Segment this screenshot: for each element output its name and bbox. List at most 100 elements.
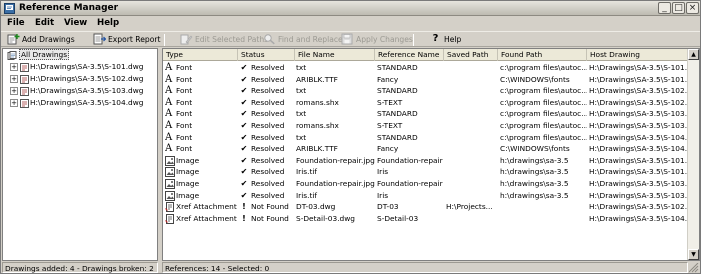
cell-host-drawing-text: H:\Drawings\SA-3.5\S-101.dwg [589, 63, 688, 72]
status-references: References: 14 - Selected: 0 [162, 262, 688, 273]
scroll-up-arrow-icon[interactable]: ▲ [688, 49, 699, 60]
minimize-button[interactable]: _ [658, 2, 671, 14]
expand-node-button[interactable]: + [10, 87, 18, 95]
cell-file-name-text: Iris.tif [296, 190, 318, 200]
cell-status: ! Not Found [240, 213, 295, 225]
font-icon: A [165, 131, 173, 143]
tree-node-drawing[interactable]: + H:\Drawings\SA-3.5\S-103.dwg [10, 85, 143, 96]
cell-type-text: Font [176, 109, 193, 119]
menu-view[interactable]: View [64, 17, 87, 30]
check-icon: ✔ [240, 109, 248, 119]
add-drawings-button[interactable]: Add Drawings [7, 33, 75, 46]
cell-type-text: Image [176, 155, 200, 165]
cell-reference-name-text: Foundation-repair [377, 155, 443, 165]
cell-type: Image [165, 178, 238, 190]
cell-reference-name-text: STANDARD [377, 86, 418, 96]
cell-type-text: Image [176, 167, 200, 177]
warning-icon: ! [242, 202, 246, 212]
expand-node-button[interactable]: + [10, 75, 18, 83]
expand-node-button[interactable]: + [10, 63, 18, 71]
tree-node-drawing[interactable]: + H:\Drawings\SA-3.5\S-104.dwg [10, 97, 143, 108]
cell-file-name-text: S-Detail-03.dwg [296, 213, 355, 223]
cell-type-text: Font [176, 74, 193, 84]
tree-node-drawing[interactable]: + H:\Drawings\SA-3.5\S-101.dwg [10, 61, 143, 72]
cell-host-drawing-text: H:\Drawings\SA-3.5\S-104.dwg [589, 213, 688, 223]
list-header: Type Status File Name Reference Name Sav… [163, 49, 688, 61]
menu-bar: File Edit View Help [1, 17, 700, 30]
column-header-file-name[interactable]: File Name [295, 49, 375, 61]
title-bar[interactable]: Reference Manager _ □ × [1, 1, 700, 16]
column-header-saved-path[interactable]: Saved Path [444, 49, 498, 61]
table-row[interactable]: Image ✔ Resolved Iris.tif Iris h:\drawings\sa… [163, 190, 688, 202]
find-and-replace-button[interactable]: Find and Replace [263, 33, 343, 46]
table-row[interactable]: A Font ✔ Resolved romans.shx S-TEXT c:\program… [163, 97, 688, 109]
drawings-tree[interactable]: All Drawings + H:\Drawings\SA-3.5\S-101.d… [2, 48, 158, 261]
cell-found-path: h:\drawings\sa-3.5 [500, 178, 587, 190]
cell-host-drawing: H:\Drawings\SA-3.5\S-104.dwg [589, 143, 688, 155]
cell-found-path-text: c:\program files\autoc... [500, 132, 587, 142]
font-icon: A [165, 73, 173, 85]
cell-found-path [500, 213, 587, 225]
cell-host-drawing-text: H:\Drawings\SA-3.5\S-104.dwg [589, 132, 688, 142]
cell-type: Xref Attachment [165, 213, 238, 225]
cell-file-name: Foundation-repair.jpg [296, 155, 375, 167]
scroll-down-arrow-icon[interactable]: ▼ [688, 249, 699, 260]
column-header-status[interactable]: Status [238, 49, 295, 61]
cell-found-path-text: c:\program files\autoc... [500, 86, 587, 96]
cell-status: ✔ Resolved [240, 132, 295, 144]
cell-host-drawing: H:\Drawings\SA-3.5\S-102.dwg [589, 97, 688, 109]
table-row[interactable]: Image ✔ Resolved Iris.tif Iris h:\drawings\sa… [163, 166, 688, 178]
vertical-scrollbar[interactable]: ▲ ▼ [687, 49, 699, 260]
warning-icon: ! [242, 213, 246, 223]
table-row[interactable]: A Font ✔ Resolved romans.shx S-TEXT c:\program… [163, 120, 688, 132]
resize-grip-icon[interactable] [689, 263, 699, 273]
check-icon: ✔ [240, 132, 248, 142]
tree-root-all-drawings[interactable]: All Drawings [6, 49, 70, 61]
help-button[interactable]: ? Help [429, 33, 462, 46]
cell-reference-name-text: S-TEXT [377, 97, 403, 107]
table-row[interactable]: A Font ✔ Resolved txt STANDARD c:\program file… [163, 62, 688, 74]
references-list[interactable]: Type Status File Name Reference Name Sav… [162, 48, 700, 261]
table-row[interactable]: A Font ✔ Resolved ARIBLK.TTF Fancy C:\WINDOWS\… [163, 74, 688, 86]
export-report-button[interactable]: Export Report [93, 33, 160, 46]
cell-file-name-text: ARIBLK.TTF [296, 144, 338, 154]
cell-file-name: Iris.tif [296, 190, 375, 202]
menu-edit[interactable]: Edit [35, 17, 54, 30]
column-header-found-path[interactable]: Found Path [498, 49, 587, 61]
cell-status: ✔ Resolved [240, 97, 295, 109]
status-drawings: Drawings added: 4 - Drawings broken: 2 [2, 262, 158, 273]
menu-help[interactable]: Help [97, 17, 119, 30]
table-row[interactable]: Image ✔ Resolved Foundation-repair.jpg Found… [163, 155, 688, 167]
menu-file[interactable]: File [7, 17, 25, 30]
expand-node-button[interactable]: + [10, 99, 18, 107]
table-row[interactable]: A Font ✔ Resolved txt STANDARD c:\program file… [163, 85, 688, 97]
column-header-type[interactable]: Type [163, 49, 238, 61]
close-button[interactable]: × [686, 2, 699, 14]
column-header-reference-name[interactable]: Reference Name [375, 49, 444, 61]
cell-file-name: txt [296, 108, 375, 120]
column-header-host-drawing[interactable]: Host Drawing [587, 49, 688, 61]
table-row[interactable]: A Font ✔ Resolved txt STANDARD c:\program file… [163, 108, 688, 120]
cell-status-text: Resolved [251, 86, 285, 96]
apply-changes-button[interactable]: Apply Changes [341, 33, 413, 46]
cell-reference-name-text: Iris [377, 190, 389, 200]
font-icon: A [165, 62, 173, 73]
table-row[interactable]: Xref Attachment! Not Found S-Detail-03.dwg… [163, 213, 688, 225]
table-row[interactable]: A Font ✔ Resolved txt STANDARD c:\program file… [163, 132, 688, 144]
table-row[interactable]: A Font ✔ Resolved ARIBLK.TTF Fancy C:\WINDOWS\… [163, 143, 688, 155]
cell-status: ✔ Resolved [240, 155, 295, 167]
cell-found-path-text: c:\program files\autoc... [500, 63, 587, 72]
cell-file-name-text: romans.shx [296, 121, 339, 130]
image-icon [165, 167, 175, 178]
cell-type: A Font [165, 85, 238, 97]
maximize-button[interactable]: □ [672, 2, 685, 14]
edit-selected-paths-button[interactable]: Edit Selected Paths [180, 33, 268, 46]
cell-status-text: Resolved [251, 190, 285, 200]
cell-reference-name-text: Fancy [377, 144, 399, 154]
help-label: Help [444, 35, 462, 44]
cell-saved-path: H:\Projects... [446, 201, 498, 213]
tree-node-drawing[interactable]: + H:\Drawings\SA-3.5\S-102.dwg [10, 73, 143, 84]
table-row[interactable]: Xref Attachment! Not Found DT-03.dwg DT-03 H… [163, 201, 688, 213]
image-icon [165, 155, 175, 166]
table-row[interactable]: Image ✔ Resolved Foundation-repair.jpg Found… [163, 178, 688, 190]
